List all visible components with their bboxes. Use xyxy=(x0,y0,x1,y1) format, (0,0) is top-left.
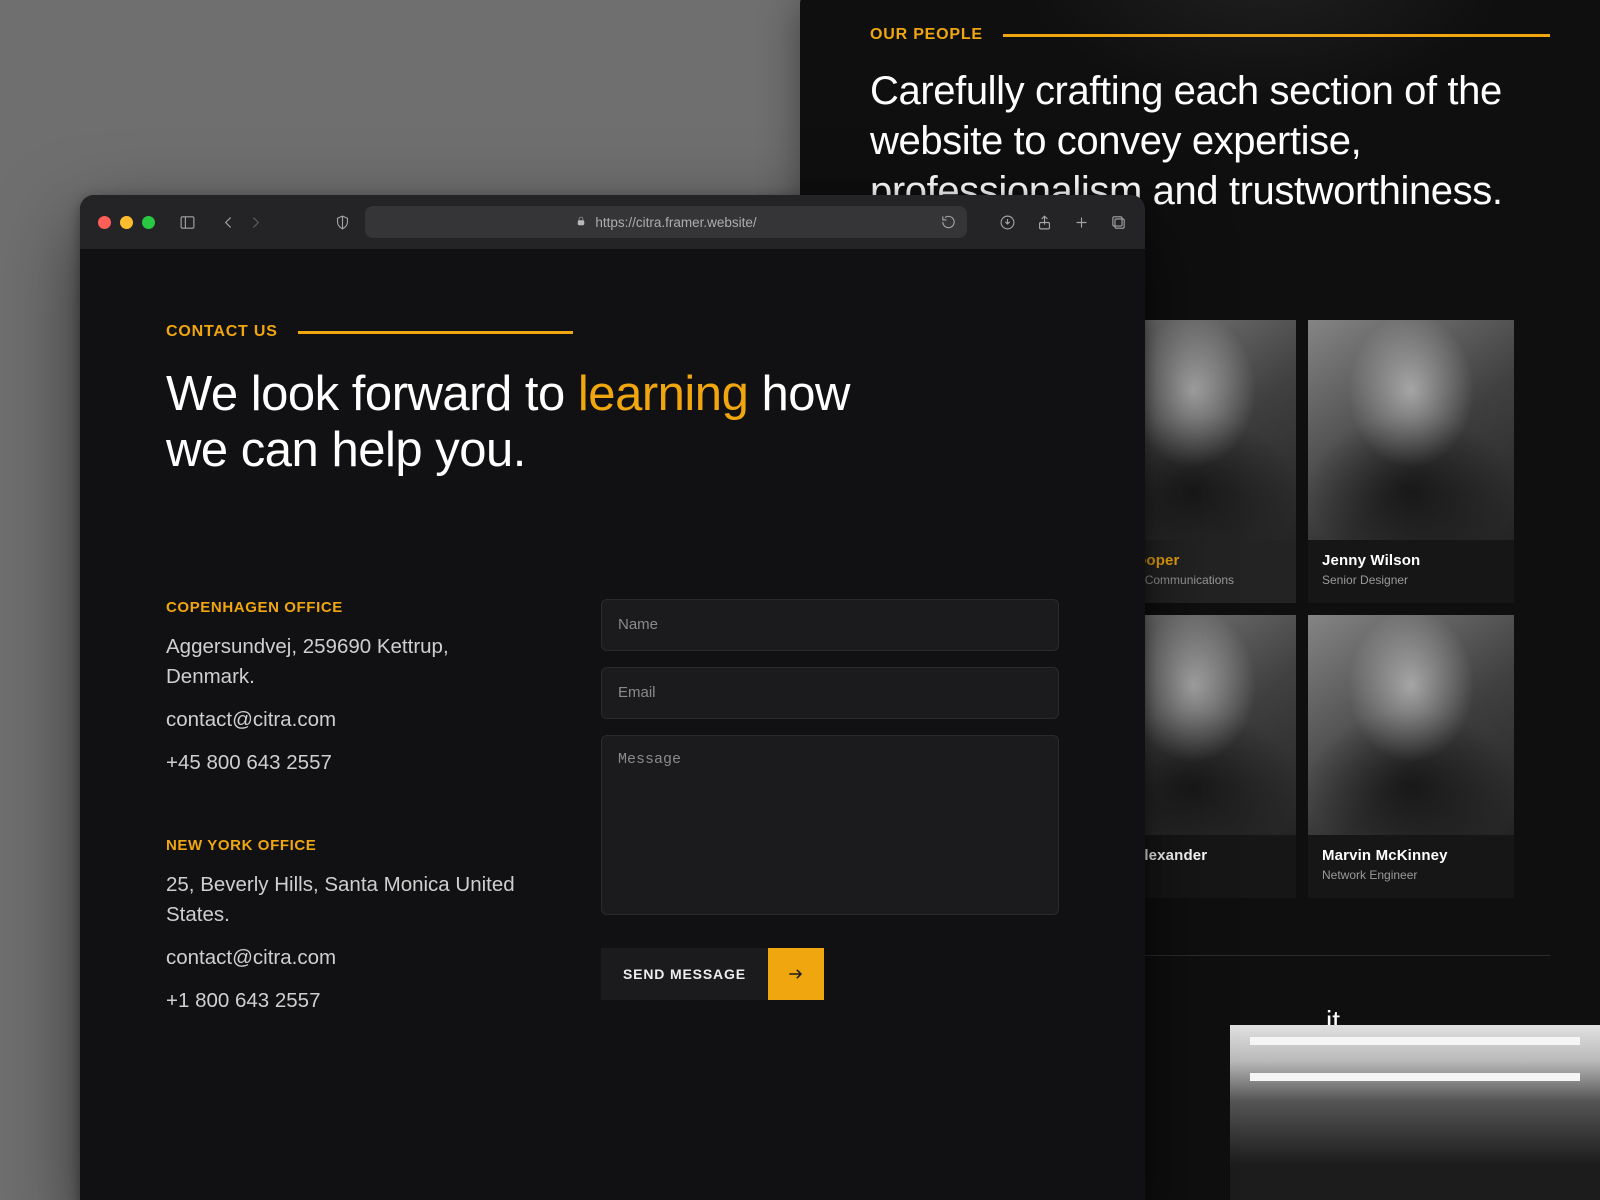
person-photo xyxy=(1308,615,1514,835)
url-bar[interactable]: https://citra.framer.website/ xyxy=(365,206,967,238)
people-eyebrow-row: OUR PEOPLE xyxy=(870,26,1550,44)
share-icon[interactable] xyxy=(1036,214,1053,231)
headline-accent: learning xyxy=(578,367,748,421)
url-text: https://citra.framer.website/ xyxy=(595,215,756,230)
headline-prefix: We look forward to xyxy=(166,367,578,421)
browser-toolbar: https://citra.framer.website/ xyxy=(80,195,1145,249)
person-photo xyxy=(1308,320,1514,540)
arrow-right-icon xyxy=(768,948,824,1000)
contact-form: SEND MESSAGE xyxy=(601,599,1059,1017)
shield-icon[interactable] xyxy=(334,214,351,231)
offices-list: COPENHAGEN OFFICE Aggersundvej, 259690 K… xyxy=(166,599,531,1017)
download-icon[interactable] xyxy=(999,214,1016,231)
browser-window: https://citra.framer.website/ CONTACT US… xyxy=(80,195,1145,1200)
reload-icon[interactable] xyxy=(940,214,957,231)
tabs-icon[interactable] xyxy=(1110,214,1127,231)
contact-eyebrow-line xyxy=(298,331,573,334)
forward-icon[interactable] xyxy=(247,214,264,231)
person-role: Network Engineer xyxy=(1322,868,1500,882)
traffic-lights xyxy=(98,216,155,229)
sidebar-toggle-icon[interactable] xyxy=(179,214,196,231)
lock-icon xyxy=(575,215,587,230)
message-input[interactable] xyxy=(601,735,1059,915)
contact-headline: We look forward to learning how we can h… xyxy=(166,367,866,479)
office-title: COPENHAGEN OFFICE xyxy=(166,599,531,616)
office-phone[interactable]: +45 800 643 2557 xyxy=(166,748,531,779)
email-input[interactable] xyxy=(601,667,1059,719)
person-card[interactable]: Marvin McKinney Network Engineer xyxy=(1308,615,1514,898)
office-email[interactable]: contact@citra.com xyxy=(166,943,531,974)
office-email[interactable]: contact@citra.com xyxy=(166,705,531,736)
office-phone[interactable]: +1 800 643 2557 xyxy=(166,986,531,1017)
page-content: CONTACT US We look forward to learning h… xyxy=(80,249,1145,1017)
office-block: NEW YORK OFFICE 25, Beverly Hills, Santa… xyxy=(166,837,531,1017)
person-name: Jenny Wilson xyxy=(1322,552,1500,569)
people-headline: Carefully crafting each section of the w… xyxy=(870,66,1550,216)
close-window-icon[interactable] xyxy=(98,216,111,229)
send-message-button[interactable]: SEND MESSAGE xyxy=(601,948,824,1000)
name-input[interactable] xyxy=(601,599,1059,651)
office-title: NEW YORK OFFICE xyxy=(166,837,531,854)
contact-eyebrow-row: CONTACT US xyxy=(166,323,1059,341)
maximize-window-icon[interactable] xyxy=(142,216,155,229)
person-role: Senior Designer xyxy=(1322,573,1500,587)
office-address: 25, Beverly Hills, Santa Monica United S… xyxy=(166,870,531,932)
office-block: COPENHAGEN OFFICE Aggersundvej, 259690 K… xyxy=(166,599,531,779)
new-tab-icon[interactable] xyxy=(1073,214,1090,231)
minimize-window-icon[interactable] xyxy=(120,216,133,229)
contact-eyebrow: CONTACT US xyxy=(166,323,278,341)
back-icon[interactable] xyxy=(220,214,237,231)
send-message-label: SEND MESSAGE xyxy=(601,948,768,1000)
office-address: Aggersundvej, 259690 Kettrup, Denmark. xyxy=(166,632,531,694)
person-card[interactable]: Jenny Wilson Senior Designer xyxy=(1308,320,1514,603)
people-eyebrow-line xyxy=(1003,34,1550,37)
media-image xyxy=(1230,1025,1600,1200)
people-grid: ne Cooper eting & Communications Jenny W… xyxy=(1090,320,1514,898)
people-eyebrow: OUR PEOPLE xyxy=(870,26,983,44)
person-name: Marvin McKinney xyxy=(1322,847,1500,864)
